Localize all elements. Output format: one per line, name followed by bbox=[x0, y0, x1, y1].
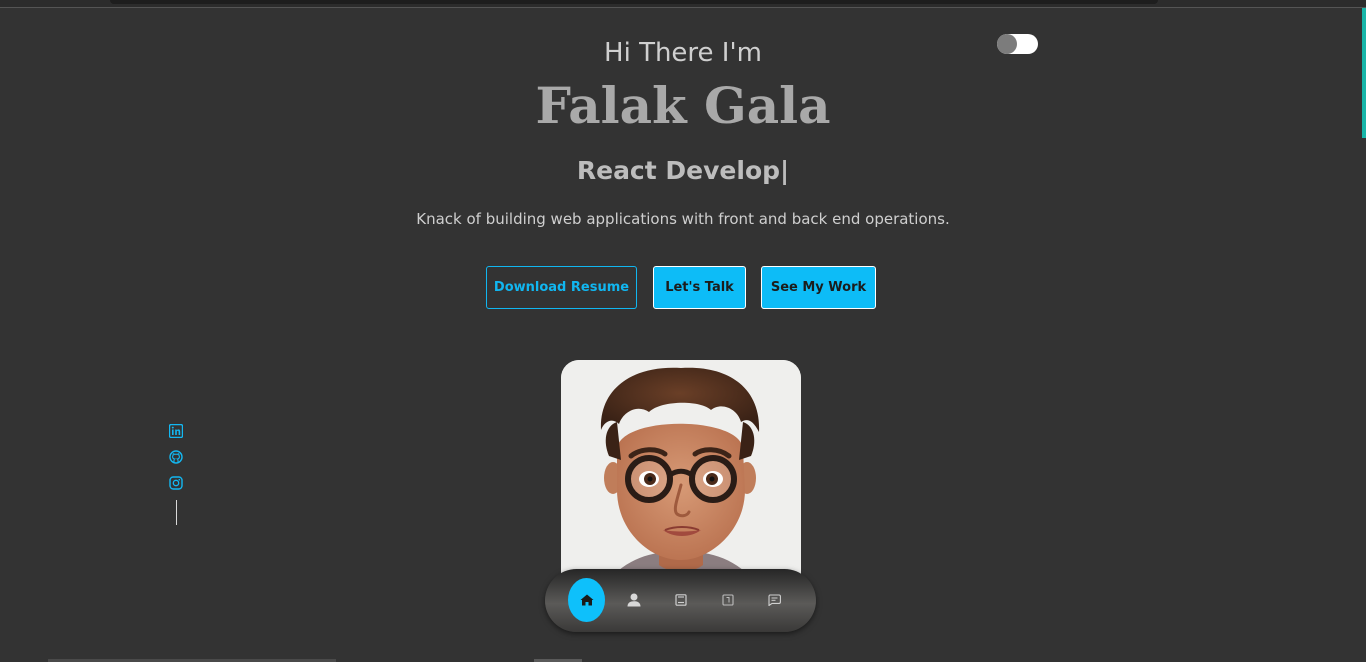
portfolio-page: Hi There I'm Falak Gala React Develop| K… bbox=[0, 0, 1366, 662]
message-icon bbox=[768, 594, 781, 606]
nav-experience[interactable] bbox=[662, 578, 699, 622]
book-icon bbox=[674, 594, 687, 606]
nav-home[interactable] bbox=[568, 578, 605, 622]
home-icon bbox=[580, 594, 593, 606]
avatar-illustration bbox=[561, 360, 801, 590]
see-my-work-button[interactable]: See My Work bbox=[761, 266, 876, 309]
github-icon[interactable] bbox=[169, 450, 183, 464]
hero-greeting: Hi There I'm bbox=[604, 38, 762, 68]
social-divider-line bbox=[176, 500, 177, 525]
project-icon bbox=[721, 594, 734, 606]
profile-portrait bbox=[561, 360, 801, 590]
linkedin-icon[interactable] bbox=[169, 424, 183, 438]
bottom-nav-dock bbox=[545, 569, 816, 632]
hero-tagline: Knack of building web applications with … bbox=[416, 210, 950, 228]
user-icon bbox=[627, 593, 640, 607]
instagram-icon[interactable] bbox=[169, 476, 183, 490]
hero-role-typewriter: React Develop| bbox=[576, 156, 790, 185]
theme-toggle[interactable] bbox=[997, 34, 1038, 54]
theme-toggle-knob bbox=[997, 34, 1017, 54]
lets-talk-button[interactable]: Let's Talk bbox=[653, 266, 746, 309]
top-bar-edge bbox=[110, 0, 1158, 4]
download-resume-button[interactable]: Download Resume bbox=[486, 266, 637, 309]
nav-projects[interactable] bbox=[709, 578, 746, 622]
hero-name: Falak Gala bbox=[535, 76, 831, 135]
nav-contact[interactable] bbox=[756, 578, 793, 622]
nav-about[interactable] bbox=[615, 578, 652, 622]
